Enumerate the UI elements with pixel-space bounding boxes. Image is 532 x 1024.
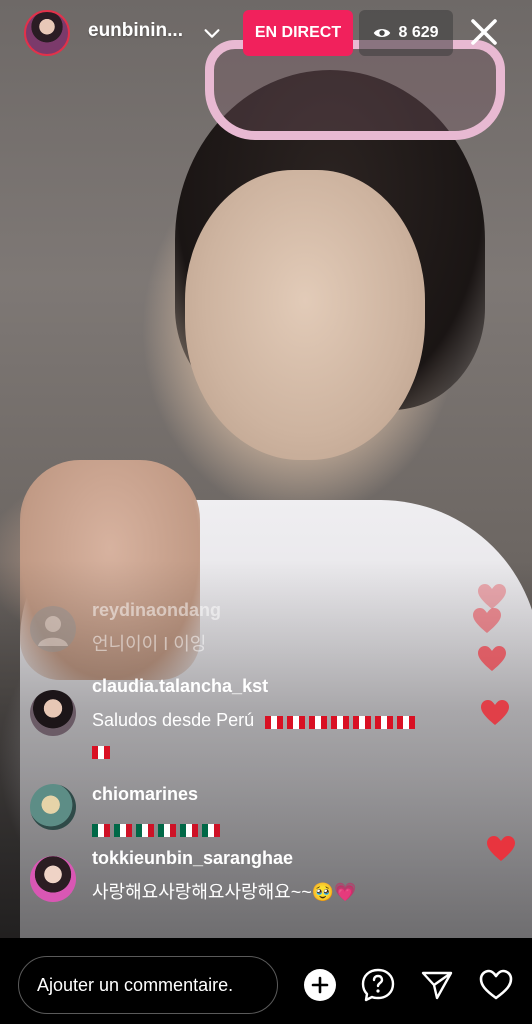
- avatar[interactable]: [30, 784, 76, 830]
- comment-username[interactable]: tokkieunbin_saranghae: [92, 848, 293, 869]
- comment-text: [92, 814, 442, 844]
- add-icon[interactable]: [303, 968, 337, 1002]
- close-icon[interactable]: [466, 14, 502, 50]
- comment-username[interactable]: claudia.talancha_kst: [92, 676, 268, 697]
- avatar[interactable]: [30, 690, 76, 736]
- comment-username[interactable]: chiomarines: [92, 784, 198, 805]
- flag-peru-icon: [265, 708, 419, 736]
- comment-text: 언니이이 I 이잉: [92, 634, 207, 654]
- avatar[interactable]: [30, 856, 76, 902]
- flag-mexico-icon: [92, 816, 224, 844]
- bottom-action-bar: [0, 938, 532, 1024]
- comment-username[interactable]: reydinaondang: [92, 600, 221, 621]
- comment-text: Saludos desde Perú: [92, 706, 442, 766]
- heart-reaction-icon: [481, 700, 509, 725]
- default-avatar-icon: [38, 616, 68, 646]
- heart-reaction-icon: [478, 584, 506, 609]
- avatar[interactable]: [30, 606, 76, 652]
- comment-text-body: Saludos desde Perú: [92, 710, 255, 730]
- heart-reaction-icon: [478, 646, 506, 671]
- flag-peru-icon: [92, 738, 114, 766]
- comment-text: 사랑해요사랑해요사랑해요~~🥹💗: [92, 882, 357, 902]
- comment-feed: reydinaondang 언니이이 I 이잉 claudia.talancha…: [0, 0, 460, 938]
- question-icon[interactable]: [361, 968, 395, 1002]
- heart-reaction-icon: [487, 836, 515, 861]
- heart-reaction-icon: [473, 608, 501, 633]
- send-icon[interactable]: [420, 968, 454, 1002]
- heart-icon[interactable]: [479, 968, 513, 1002]
- comment-input[interactable]: [18, 956, 278, 1014]
